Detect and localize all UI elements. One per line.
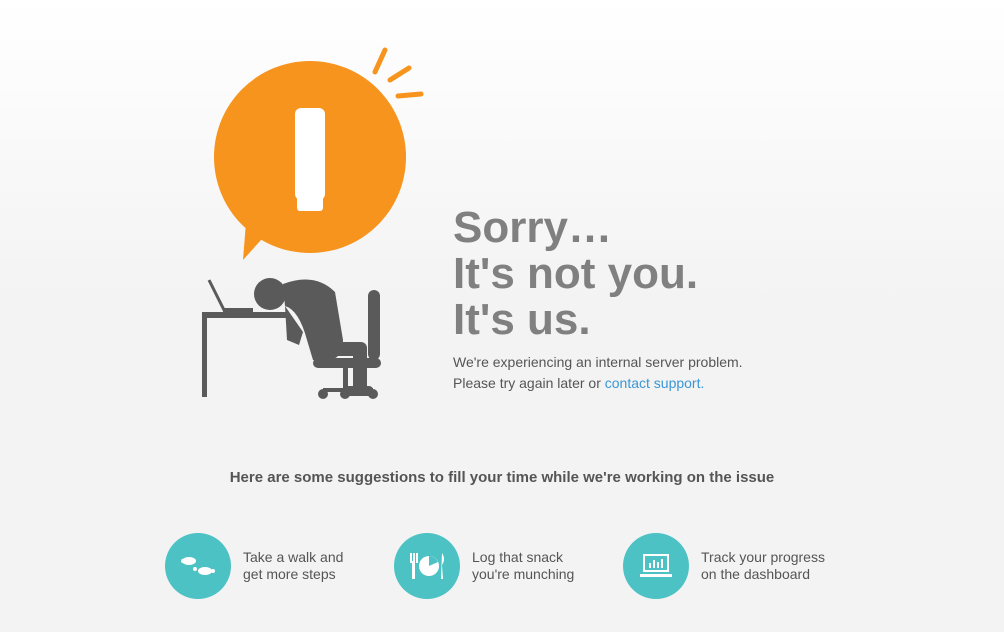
suggestion-walk[interactable]: Take a walk and get more steps <box>165 533 403 599</box>
footsteps-icon <box>165 533 231 599</box>
suggestion-snack-text: Log that snack you're munching <box>472 549 632 583</box>
suggestion-snack-line-1: Log that snack <box>472 549 564 565</box>
frustrated-person-icon <box>202 278 381 399</box>
suggestion-walk-line-2: get more steps <box>243 566 336 582</box>
food-plate-icon <box>394 533 460 599</box>
suggestion-snack[interactable]: Log that snack you're munching <box>394 533 632 599</box>
suggestion-dashboard-line-1: Track your progress <box>701 549 825 565</box>
suggestion-walk-text: Take a walk and get more steps <box>243 549 403 583</box>
message-prefix: Please try again later or <box>453 375 605 391</box>
headline-line-1: Sorry… <box>453 203 612 252</box>
message-line-2: Please try again later or contact suppor… <box>453 373 743 394</box>
contact-support-link[interactable]: contact support <box>605 375 701 391</box>
suggestions-title: Here are some suggestions to fill your t… <box>229 469 775 486</box>
headline-line-3: It's us. <box>453 295 591 344</box>
suggestion-dashboard-text: Track your progress on the dashboard <box>701 549 861 583</box>
message-suffix: . <box>700 375 705 391</box>
dashboard-monitor-icon <box>623 533 689 599</box>
error-illustration <box>195 40 435 405</box>
error-message: We're experiencing an internal server pr… <box>453 352 743 394</box>
headline-line-2: It's not you. <box>453 249 699 298</box>
suggestion-dashboard-line-2: on the dashboard <box>701 566 810 582</box>
exclamation-bubble-icon <box>214 47 424 260</box>
suggestion-dashboard[interactable]: Track your progress on the dashboard <box>623 533 861 599</box>
error-headline: Sorry… It's not you. It's us. <box>453 205 698 343</box>
message-line-1: We're experiencing an internal server pr… <box>453 354 743 370</box>
suggestion-walk-line-1: Take a walk and <box>243 549 344 565</box>
suggestion-snack-line-2: you're munching <box>472 566 575 582</box>
